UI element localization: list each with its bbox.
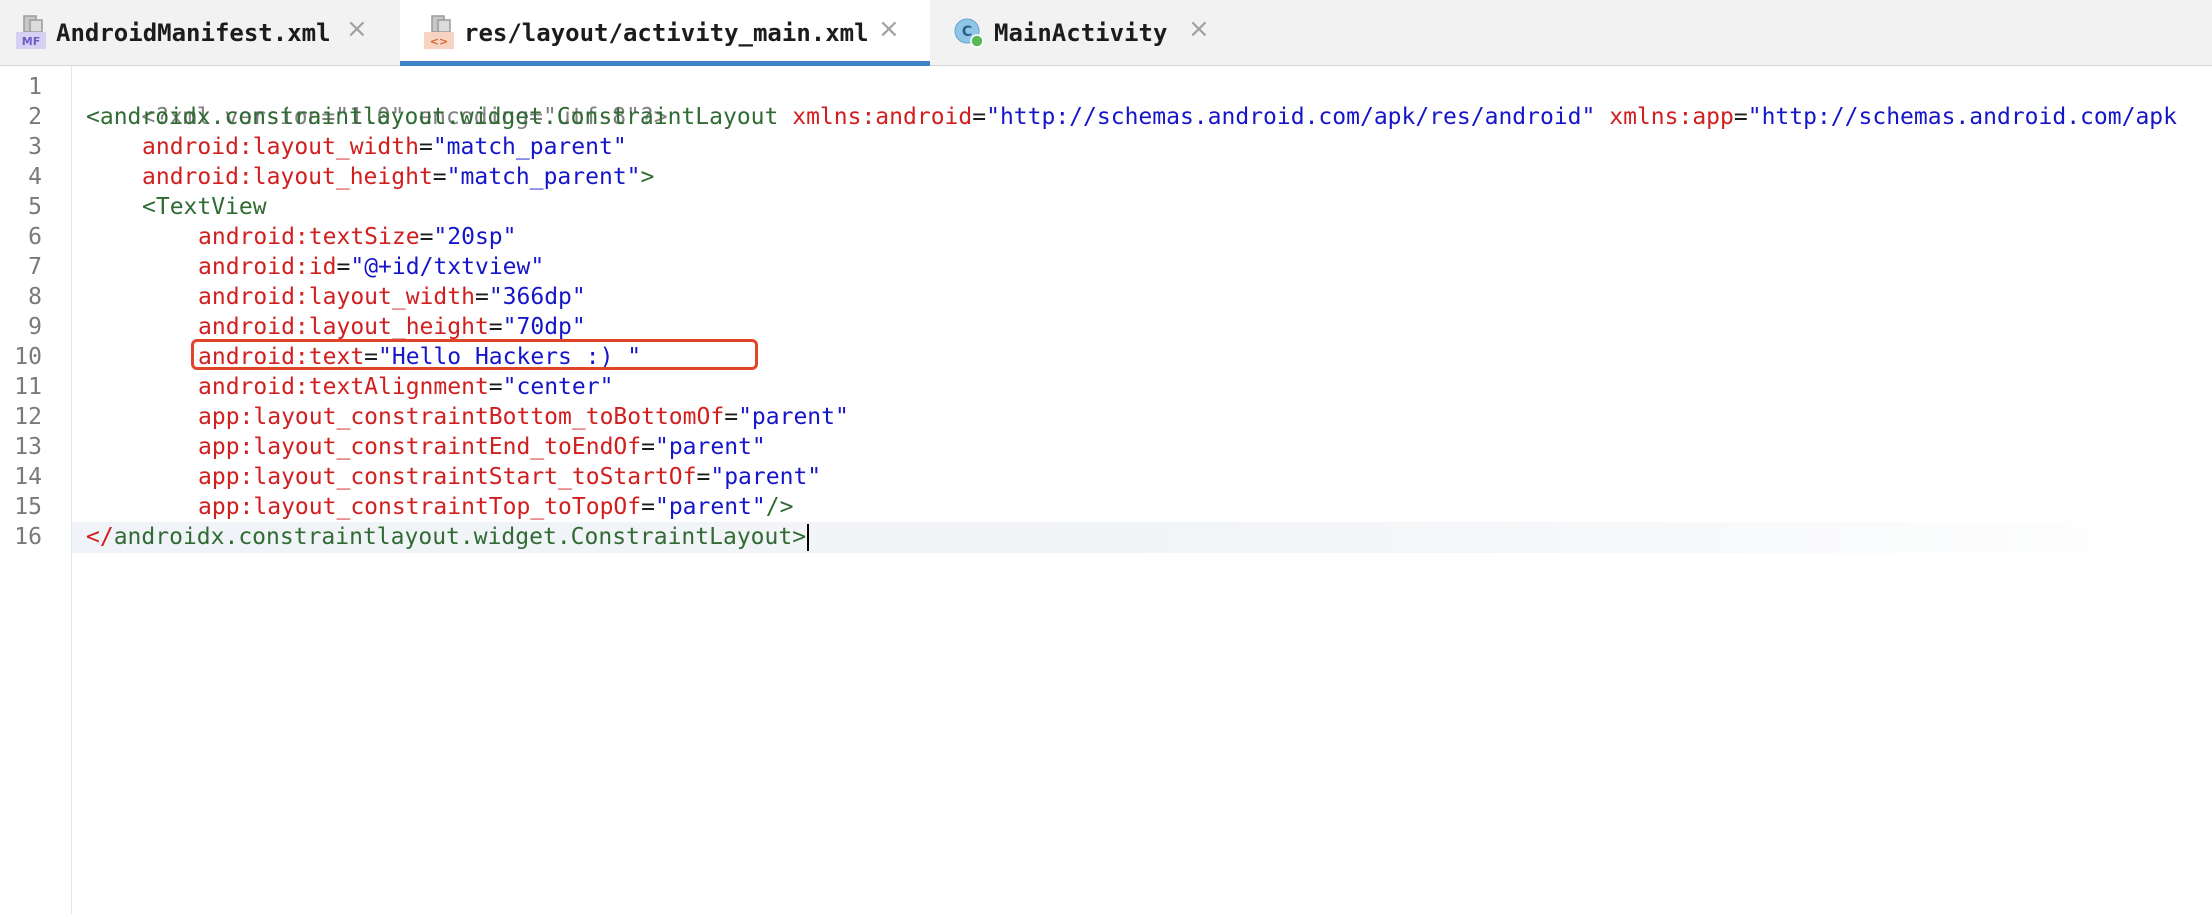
xml-attribute: xmlns:android	[792, 104, 973, 130]
xml-attribute: android:layout_height	[198, 314, 489, 340]
xml-value: "match_parent"	[432, 134, 627, 160]
xml-attribute: android:text	[198, 344, 365, 370]
xml-value: "http://schemas.android.com/apk/res/andr…	[986, 104, 1596, 130]
xml-attribute: app:layout_constraintEnd_toEndOf	[198, 434, 642, 460]
manifest-file-icon: MF	[16, 15, 46, 49]
code-line-14: app:layout_constraintStart_toStartOf="pa…	[198, 464, 822, 490]
text-caret	[807, 524, 810, 551]
code-line-11: android:textAlignment="center"	[198, 374, 614, 400]
tab-label: res/layout/activity_main.xml	[464, 19, 869, 47]
xml-attribute: android:textAlignment	[198, 374, 489, 400]
line-number: 5	[28, 194, 42, 220]
code-line-5: <TextView	[142, 192, 267, 222]
line-number: 11	[14, 374, 42, 400]
xml-value: "http://schemas.android.com/apk	[1747, 104, 2177, 130]
line-number: 15	[14, 494, 42, 520]
line-number: 2	[28, 104, 42, 130]
code-editor[interactable]: 1 2 3 4 5 6 7 8 9 10 11 12 13 14 15 16 <…	[0, 66, 2212, 914]
layout-xml-file-icon: <>	[424, 15, 454, 49]
xml-value: "match_parent"	[446, 164, 641, 190]
xml-value: "parent"	[654, 434, 766, 460]
code-line-13: app:layout_constraintEnd_toEndOf="parent…	[198, 434, 766, 460]
xml-attribute: android:id	[198, 254, 337, 280]
tab-activity-main-xml[interactable]: <> res/layout/activity_main.xml ×	[400, 0, 930, 66]
line-number-gutter: 1 2 3 4 5 6 7 8 9 10 11 12 13 14 15 16	[0, 66, 72, 914]
xml-value: "20sp"	[433, 224, 517, 250]
xml-attribute: android:textSize	[198, 224, 420, 250]
line-number: 4	[28, 164, 42, 190]
xml-value: "parent"	[738, 404, 849, 430]
xml-tag: <androidx.constraintlayout.widget.Constr…	[86, 104, 779, 130]
line-number: 10	[14, 344, 42, 370]
line-number: 12	[14, 404, 42, 430]
line-number: 13	[14, 434, 42, 460]
code-line-15: app:layout_constraintTop_toTopOf="parent…	[198, 494, 794, 520]
xml-attribute: android:layout_height	[142, 164, 433, 190]
code-line-3: android:layout_width="match_parent"	[142, 134, 627, 160]
close-icon[interactable]: ×	[1188, 14, 1210, 44]
xml-tag: <TextView	[142, 194, 267, 220]
manifest-icon-text: MF	[22, 35, 40, 48]
code-line-2: <androidx.constraintlayout.widget.Constr…	[86, 104, 2177, 130]
xml-value: "center"	[502, 374, 614, 400]
code-line-6: android:textSize="20sp"	[198, 224, 517, 250]
xml-value: "70dp"	[502, 314, 586, 340]
line-number: 16	[14, 524, 42, 550]
xml-attribute: android:layout_width	[198, 284, 475, 310]
tab-label: MainActivity	[994, 19, 1168, 47]
xml-value: "366dp"	[488, 284, 586, 310]
xml-value: "parent"	[710, 464, 822, 490]
code-line-10: android:text="Hello Hackers :) "	[198, 344, 642, 370]
xml-value: "parent"	[654, 494, 766, 520]
line-number: 7	[28, 254, 42, 280]
line-number: 8	[28, 284, 42, 310]
kotlin-class-icon: C	[954, 18, 984, 48]
tab-label: AndroidManifest.xml	[56, 19, 331, 47]
code-line-1: <?xml version="1.0" encoding="utf-8"?>	[86, 72, 667, 130]
xml-attribute: android:layout_width	[142, 134, 419, 160]
code-line-12: app:layout_constraintBottom_toBottomOf="…	[198, 404, 849, 430]
xml-value: "Hello Hackers :) "	[378, 344, 642, 370]
xml-attribute: xmlns:app	[1609, 104, 1734, 130]
line-number: 14	[14, 464, 42, 490]
line-number: 9	[28, 314, 42, 340]
code-line-9: android:layout_height="70dp"	[198, 314, 586, 340]
code-line-4: android:layout_height="match_parent">	[142, 164, 655, 190]
line-number: 1	[28, 74, 42, 100]
line-number: 3	[28, 134, 42, 160]
line-number: 6	[28, 224, 42, 250]
xml-attribute: app:layout_constraintTop_toTopOf	[198, 494, 642, 520]
tab-main-activity[interactable]: C MainActivity ×	[930, 0, 1230, 66]
code-line-16: </androidx.constraintlayout.widget.Const…	[86, 522, 810, 552]
layout-icon-text: <>	[430, 35, 448, 48]
xml-tag: androidx.constraintlayout.widget.Constra…	[113, 524, 793, 550]
xml-value: "@+id/txtview"	[350, 254, 545, 280]
close-icon[interactable]: ×	[878, 14, 900, 44]
xml-attribute: app:layout_constraintBottom_toBottomOf	[198, 404, 725, 430]
code-line-8: android:layout_width="366dp"	[198, 284, 586, 310]
editor-tab-bar: MF AndroidManifest.xml × <> res/layout/a…	[0, 0, 2212, 66]
class-icon-text: C	[962, 24, 972, 40]
tab-android-manifest[interactable]: MF AndroidManifest.xml ×	[0, 0, 400, 66]
close-icon[interactable]: ×	[346, 14, 368, 44]
xml-attribute: app:layout_constraintStart_toStartOf	[198, 464, 697, 490]
code-line-7: android:id="@+id/txtview"	[198, 254, 545, 280]
